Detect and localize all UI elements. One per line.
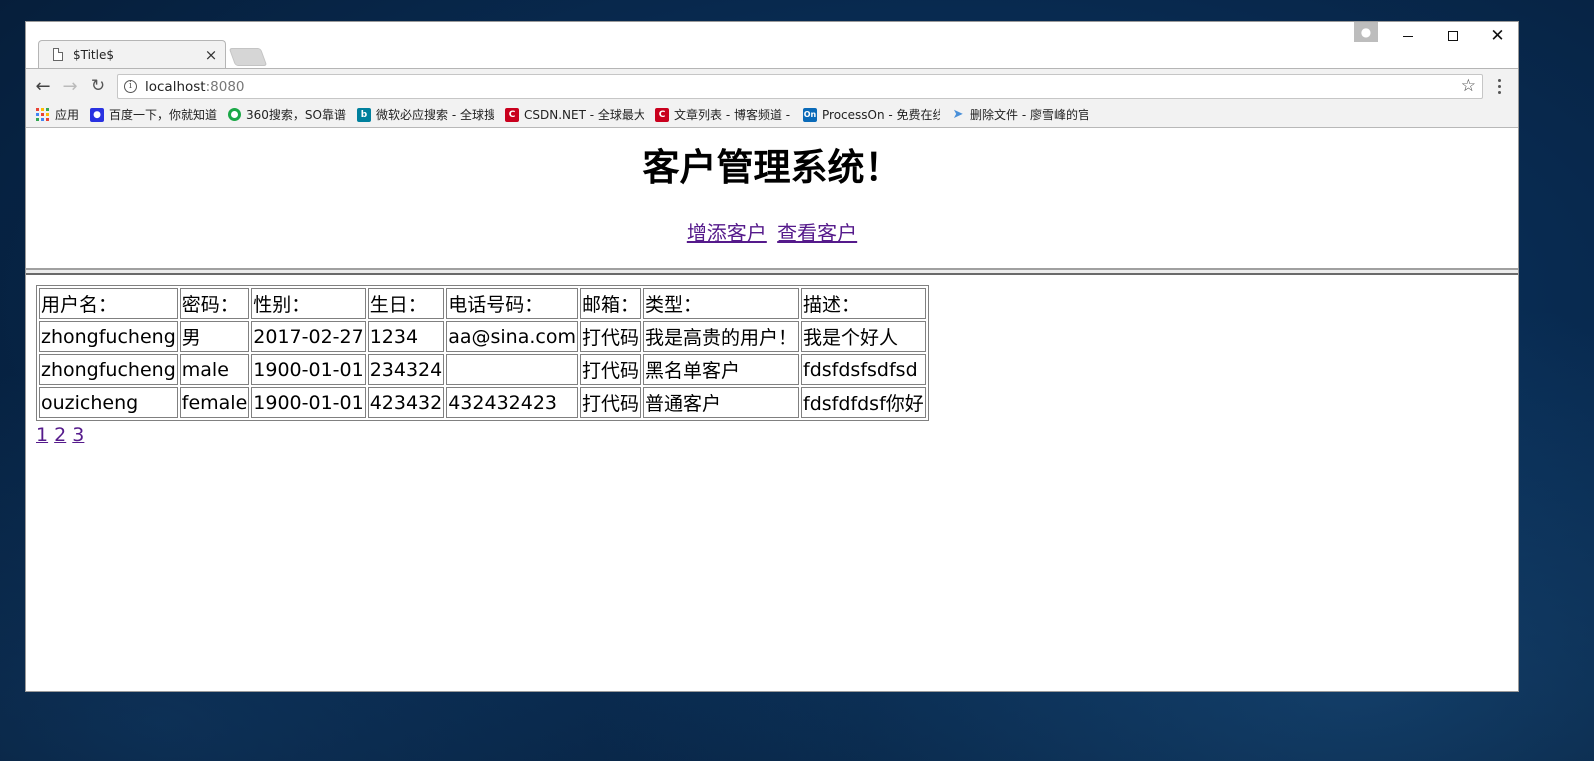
header-frame: 客户管理系统！ 增添客户 查看客户 xyxy=(26,129,1518,269)
table-header-row: 用户名： 密码： 性别： 生日： 电话号码： 邮箱： 类型： 描述： xyxy=(39,288,926,319)
bookmark-baidu[interactable]: ● 百度一下，你就知道 xyxy=(90,104,217,126)
customer-table: 用户名： 密码： 性别： 生日： 电话号码： 邮箱： 类型： 描述： zhongfucheng 男… xyxy=(36,285,929,421)
table-cell: 423432 xyxy=(367,387,445,418)
table-cell: 打代码 xyxy=(580,354,642,385)
url-port: :8080 xyxy=(205,78,245,95)
bookmark-star-icon[interactable]: ☆ xyxy=(1461,76,1476,96)
csdn-blog-icon: C xyxy=(655,107,669,122)
bookmark-csdn-blog[interactable]: C 文章列表 - 博客频道 - xyxy=(655,104,792,126)
minimize-button[interactable] xyxy=(1385,22,1430,50)
table-cell: aa@sina.com xyxy=(446,321,578,352)
table-cell: fdsfdsfsdfsd xyxy=(801,354,926,385)
page-nav: 增添客户 查看客户 xyxy=(26,217,1518,246)
table-cell: 男 xyxy=(179,321,250,352)
so360-icon xyxy=(228,108,242,121)
view-customer-link[interactable]: 查看客户 xyxy=(777,221,857,245)
apps-grid-icon xyxy=(36,107,50,122)
page-title: 客户管理系统！ xyxy=(642,146,902,189)
rocket-icon: ➤ xyxy=(952,107,964,122)
table-cell: zhongfucheng xyxy=(39,321,178,352)
table-row: zhongfucheng 男 2017-02-27 1234 aa@sina.com 打代… xyxy=(39,321,926,352)
forward-arrow-icon[interactable]: → xyxy=(57,73,83,99)
column-header: 邮箱： xyxy=(580,288,642,319)
bing-icon: b xyxy=(357,107,371,122)
browser-window: $Title$ × ● ✕ ← → ↻ i localhost:8080 ☆ 应… xyxy=(25,21,1519,692)
table-cell: male xyxy=(179,354,250,385)
info-icon[interactable]: i xyxy=(124,80,137,93)
bookmark-liaoxuefeng[interactable]: ➤ 删除文件 - 廖雪峰的官 xyxy=(951,104,1088,126)
pagination: 1 2 3 xyxy=(36,424,1508,446)
add-customer-link[interactable]: 增添客户 xyxy=(687,221,767,245)
column-header: 性别： xyxy=(251,288,366,319)
table-cell: 2017-02-27 xyxy=(251,321,366,352)
browser-menu-icon[interactable] xyxy=(1494,76,1504,96)
page-icon xyxy=(53,48,63,61)
table-cell: 1234 xyxy=(367,321,445,352)
table-cell: ouzicheng xyxy=(39,387,178,418)
bookmark-360[interactable]: 360搜索，SO靠谱 xyxy=(228,104,346,126)
table-row: ouzicheng female 1900-01-01 423432 432432423… xyxy=(39,387,926,418)
table-cell: 234324 xyxy=(367,354,445,385)
table-cell xyxy=(446,354,578,385)
table-row: zhongfucheng male 1900-01-01 234324 打代码 黑名单客户… xyxy=(39,354,926,385)
browser-toolbar: ← → ↻ i localhost:8080 ☆ xyxy=(26,68,1518,102)
column-header: 描述： xyxy=(801,288,926,319)
tab-close-icon[interactable]: × xyxy=(201,46,221,64)
address-bar[interactable]: i localhost:8080 ☆ xyxy=(117,74,1483,99)
table-cell: 我是高贵的用户！ xyxy=(643,321,800,352)
profile-icon[interactable]: ● xyxy=(1354,22,1378,42)
close-window-button[interactable]: ✕ xyxy=(1475,22,1518,50)
table-cell: 打代码 xyxy=(580,387,642,418)
column-header: 用户名： xyxy=(39,288,178,319)
new-tab-button[interactable] xyxy=(228,48,268,66)
reload-icon[interactable]: ↻ xyxy=(85,73,111,99)
list-frame: 用户名： 密码： 性别： 生日： 电话号码： 邮箱： 类型： 描述： zhongfucheng 男… xyxy=(26,275,1518,691)
bookmark-processon[interactable]: On ProcessOn - 免费在线 xyxy=(803,104,940,126)
page-link-1[interactable]: 1 xyxy=(36,424,48,446)
page-link-2[interactable]: 2 xyxy=(54,424,66,446)
tab-title: $Title$ xyxy=(73,47,114,62)
table-cell: 432432423 xyxy=(446,387,578,418)
bookmark-bing[interactable]: b 微软必应搜索 - 全球搜 xyxy=(357,104,494,126)
bookmark-apps[interactable]: 应用 xyxy=(36,104,79,126)
url-host: localhost xyxy=(145,78,206,95)
table-cell: 打代码 xyxy=(580,321,642,352)
page-link-3[interactable]: 3 xyxy=(72,424,84,446)
browser-tab[interactable]: $Title$ × xyxy=(38,40,226,68)
table-cell: 1900-01-01 xyxy=(251,354,366,385)
csdn-icon: C xyxy=(505,107,519,122)
column-header: 电话号码： xyxy=(446,288,578,319)
page-content: 客户管理系统！ 增添客户 查看客户 用户名： 密码： 性别： 生日： 电话号码： 邮箱：类… xyxy=(26,129,1518,691)
bookmarks-bar: 应用 ● 百度一下，你就知道 360搜索，SO靠谱 b 微软必应搜索 - 全球搜… xyxy=(26,102,1518,128)
processon-icon: On xyxy=(803,107,817,122)
baidu-paw-icon: ● xyxy=(90,107,105,122)
column-header: 生日： xyxy=(367,288,445,319)
frame-divider[interactable] xyxy=(26,268,1518,275)
maximize-button[interactable] xyxy=(1430,22,1475,50)
title-bar: $Title$ × ● ✕ xyxy=(26,22,1518,68)
table-cell: zhongfucheng xyxy=(39,354,178,385)
table-cell: 普通客户 xyxy=(643,387,800,418)
table-cell: female xyxy=(179,387,250,418)
back-arrow-icon[interactable]: ← xyxy=(30,73,56,99)
table-cell: 我是个好人 xyxy=(801,321,926,352)
bookmark-csdn[interactable]: C CSDN.NET - 全球最大 xyxy=(505,104,644,126)
column-header: 密码： xyxy=(179,288,250,319)
table-cell: 黑名单客户 xyxy=(643,354,800,385)
column-header: 类型： xyxy=(643,288,800,319)
table-cell: 1900-01-01 xyxy=(251,387,366,418)
table-cell: fdsfdfdsf你好 xyxy=(801,387,926,418)
